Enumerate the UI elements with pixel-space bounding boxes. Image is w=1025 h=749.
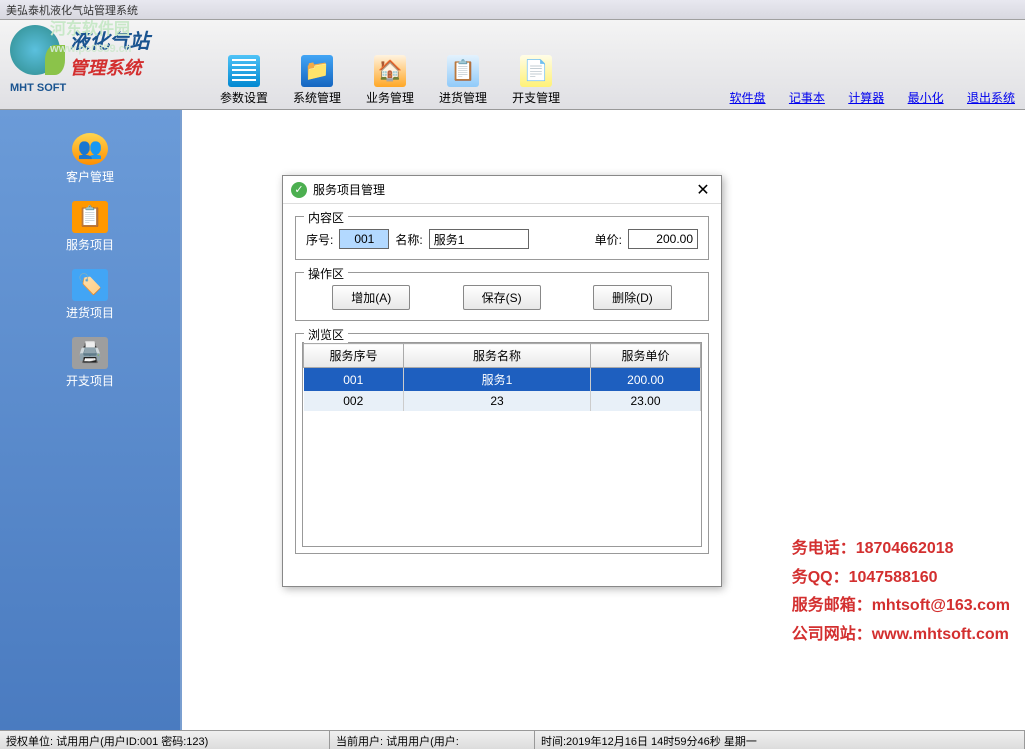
name-input[interactable] xyxy=(429,229,529,249)
service-icon xyxy=(72,201,108,233)
sidebar-item-service[interactable]: 服务项目 xyxy=(0,193,180,261)
delete-button[interactable]: 删除(D) xyxy=(593,285,672,310)
customer-icon xyxy=(72,133,108,165)
contact-qq: 务QQ：1047588160 xyxy=(792,564,1010,593)
status-time: 时间:2019年12月16日 14时59分46秒 星期一 xyxy=(535,731,1025,749)
toolbar-area: 河东软件园 www.pc0359.cn 液化气站 管理系统 MHT SOFT 参… xyxy=(0,20,1025,110)
main-area: 客户管理 服务项目 进货项目 开支项目 ✓ 服务项目管理 ✕ 内容区 xyxy=(0,110,1025,730)
brand-text: MHT SOFT xyxy=(10,82,210,94)
status-auth: 授权单位: 试用用户(用户ID:001 密码:123) xyxy=(0,731,330,749)
toolbar-buttons: 参数设置 系统管理 业务管理 进货管理 开支管理 xyxy=(220,55,560,106)
service-table: 服务序号 服务名称 服务单价 001 服务1 200.00 xyxy=(303,343,701,411)
contact-phone: 务电话：18704662018 xyxy=(792,535,1010,564)
params-icon xyxy=(228,55,260,87)
dialog-title: 服务项目管理 xyxy=(313,181,693,198)
seq-label: 序号: xyxy=(306,231,333,248)
price-label: 单价: xyxy=(595,231,622,248)
table-row[interactable]: 001 服务1 200.00 xyxy=(304,368,701,392)
col-price[interactable]: 服务单价 xyxy=(591,344,701,368)
toolbar-system[interactable]: 系统管理 xyxy=(293,55,341,106)
sidebar: 客户管理 服务项目 进货项目 开支项目 xyxy=(0,110,180,730)
col-seq[interactable]: 服务序号 xyxy=(304,344,404,368)
toolbar-purchase[interactable]: 进货管理 xyxy=(439,55,487,106)
contact-info: 务电话：18704662018 务QQ：1047588160 服务邮箱：mhts… xyxy=(792,535,1010,650)
link-calculator[interactable]: 计算器 xyxy=(848,91,884,105)
expense-icon xyxy=(520,55,552,87)
top-links: 软件盘 记事本 计算器 最小化 退出系统 xyxy=(710,89,1015,106)
sidebar-item-expense[interactable]: 开支项目 xyxy=(0,329,180,397)
status-bar: 授权单位: 试用用户(用户ID:001 密码:123) 当前用户: 试用用户(用… xyxy=(0,730,1025,749)
toolbar-business[interactable]: 业务管理 xyxy=(366,55,414,106)
watermark: 河东软件园 www.pc0359.cn xyxy=(50,15,132,57)
toolbar-expense[interactable]: 开支管理 xyxy=(512,55,560,106)
table-row[interactable]: 002 23 23.00 xyxy=(304,391,701,411)
action-fieldset: 操作区 增加(A) 保存(S) 删除(D) xyxy=(295,272,709,321)
contact-email: 服务邮箱：mhtsoft@163.com xyxy=(792,592,1010,621)
link-notepad[interactable]: 记事本 xyxy=(789,91,825,105)
business-icon xyxy=(374,55,406,87)
add-button[interactable]: 增加(A) xyxy=(332,285,410,310)
content-area: ✓ 服务项目管理 ✕ 内容区 序号: 名称: 单价: xyxy=(180,110,1025,730)
system-icon xyxy=(301,55,333,87)
contact-website: 公司网站：www.mhtsoft.com xyxy=(792,621,1010,650)
link-minimize[interactable]: 最小化 xyxy=(908,91,944,105)
title-bar: 美弘泰机液化气站管理系统 xyxy=(0,0,1025,20)
content-fieldset: 内容区 序号: 名称: 单价: xyxy=(295,216,709,260)
dialog-header: ✓ 服务项目管理 ✕ xyxy=(283,176,721,204)
expense-item-icon xyxy=(72,337,108,369)
logo-title-2: 管理系统 xyxy=(69,54,149,80)
status-user: 当前用户: 试用用户(用户: xyxy=(330,731,535,749)
service-dialog: ✓ 服务项目管理 ✕ 内容区 序号: 名称: 单价: xyxy=(282,175,722,587)
sidebar-item-purchase[interactable]: 进货项目 xyxy=(0,261,180,329)
name-label: 名称: xyxy=(395,231,422,248)
sidebar-item-customer[interactable]: 客户管理 xyxy=(0,125,180,193)
save-button[interactable]: 保存(S) xyxy=(463,285,541,310)
col-name[interactable]: 服务名称 xyxy=(404,344,591,368)
check-icon: ✓ xyxy=(291,182,307,198)
close-icon[interactable]: ✕ xyxy=(693,180,713,200)
link-diskette[interactable]: 软件盘 xyxy=(730,91,766,105)
purchase-icon xyxy=(447,55,479,87)
purchase-item-icon xyxy=(72,269,108,301)
browse-fieldset: 浏览区 服务序号 服务名称 服务单价 xyxy=(295,333,709,554)
link-exit[interactable]: 退出系统 xyxy=(967,91,1015,105)
toolbar-params[interactable]: 参数设置 xyxy=(220,55,268,106)
seq-input[interactable] xyxy=(339,229,389,249)
price-input[interactable] xyxy=(628,229,698,249)
